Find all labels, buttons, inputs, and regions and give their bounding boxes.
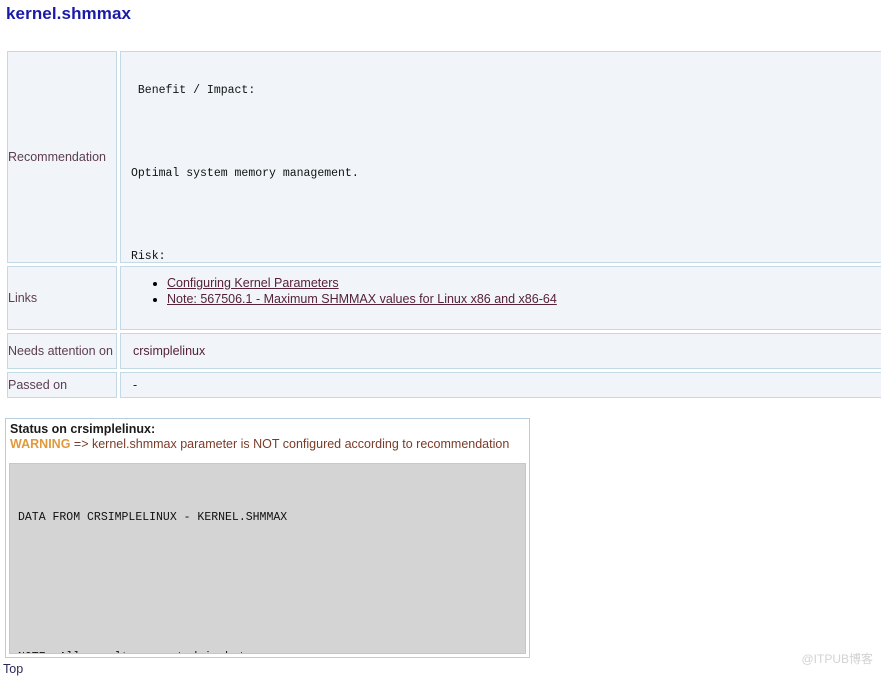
status-title: Status on crsimplelinux: <box>10 422 156 436</box>
table-row: Passed on - <box>7 372 881 398</box>
passed-on-value: - <box>133 378 138 392</box>
row-label-needs-attention-on: Needs attention on <box>7 333 117 369</box>
links-cell: Configuring Kernel Parameters Note: 5675… <box>120 266 881 330</box>
status-warning-line: WARNING => kernel.shmmax parameter is NO… <box>10 437 525 452</box>
data-note: NOTE: All results reported in bytes <box>18 650 525 653</box>
table-row: Links Configuring Kernel Parameters Note… <box>7 266 881 330</box>
links-list: Configuring Kernel Parameters Note: 5675… <box>121 275 881 307</box>
page-title: kernel.shmmax <box>6 4 132 23</box>
needs-attention-cell: crsimplelinux <box>120 333 881 369</box>
needs-attention-value: crsimplelinux <box>133 344 206 358</box>
row-label-recommendation: Recommendation <box>7 51 117 263</box>
status-box: Status on crsimplelinux: WARNING => kern… <box>5 418 530 658</box>
warning-message: => kernel.shmmax parameter is NOT config… <box>70 437 510 451</box>
watermark: @ITPUB博客 <box>801 652 873 666</box>
benefit-heading: Benefit / Impact: <box>131 84 256 97</box>
recommendation-table: Recommendation Benefit / Impact: Optimal… <box>4 48 881 401</box>
table-row: Needs attention on crsimplelinux <box>7 333 881 369</box>
passed-on-cell: - <box>120 372 881 398</box>
status-data-panel: DATA FROM CRSIMPLELINUX - KERNEL.SHMMAX … <box>9 463 526 654</box>
row-label-links: Links <box>7 266 117 330</box>
link-configuring-kernel-parameters[interactable]: Configuring Kernel Parameters <box>167 276 339 290</box>
status-data-text: DATA FROM CRSIMPLELINUX - KERNEL.SHMMAX … <box>10 464 525 653</box>
links-container: Configuring Kernel Parameters Note: 5675… <box>121 267 881 329</box>
data-heading: DATA FROM CRSIMPLELINUX - KERNEL.SHMMAX <box>18 511 288 524</box>
row-label-passed-on: Passed on <box>7 372 117 398</box>
table-row: Recommendation Benefit / Impact: Optimal… <box>7 51 881 263</box>
status-header: Status on crsimplelinux: WARNING => kern… <box>6 419 529 454</box>
recommendation-cell: Benefit / Impact: Optimal system memory … <box>120 51 881 263</box>
list-item: Note: 567506.1 - Maximum SHMMAX values f… <box>167 291 881 307</box>
list-item: Configuring Kernel Parameters <box>167 275 881 291</box>
benefit-text: Optimal system memory management. <box>131 167 359 180</box>
risk-heading: Risk: <box>131 250 166 262</box>
warning-badge: WARNING <box>10 437 71 451</box>
link-note-567506[interactable]: Note: 567506.1 - Maximum SHMMAX values f… <box>167 292 557 306</box>
top-link[interactable]: Top <box>3 662 23 676</box>
recommendation-text: Benefit / Impact: Optimal system memory … <box>121 52 881 262</box>
